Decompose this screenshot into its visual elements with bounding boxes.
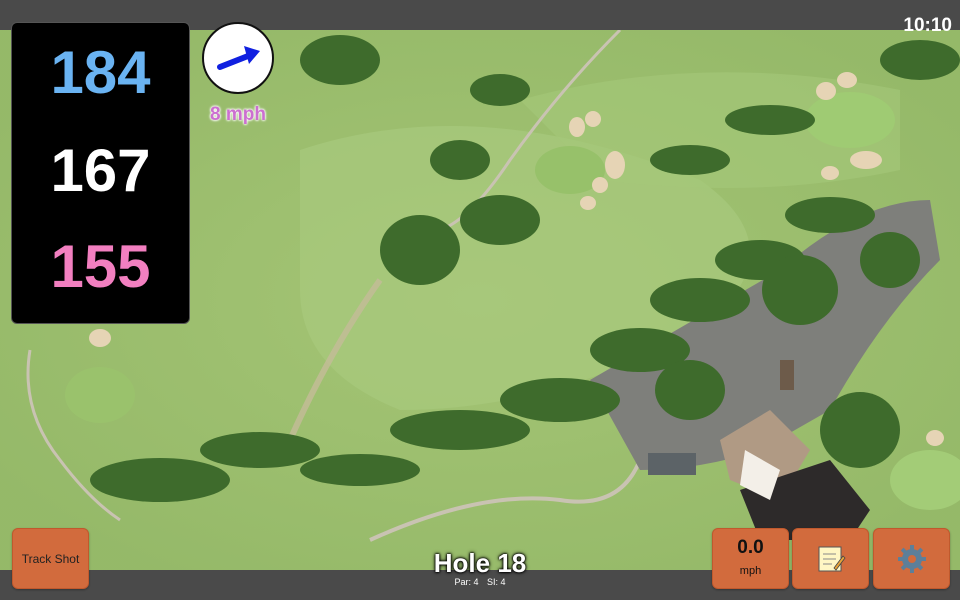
front-yardage: 155 — [50, 233, 151, 300]
hole-title: Hole 18 — [433, 548, 527, 578]
wind-indicator — [202, 22, 274, 94]
middle-yardage: 167 — [50, 137, 151, 204]
yardage-panel: 184 167 155 — [11, 22, 190, 324]
gear-icon — [897, 544, 926, 573]
hole-si: SI: 4 — [487, 577, 506, 587]
settings-button[interactable] — [873, 528, 950, 589]
speed-value: 0.0 — [737, 537, 764, 558]
status-time: 10:10 — [903, 15, 952, 36]
track-shot-button[interactable]: Track Shot — [12, 528, 89, 589]
back-yardage: 184 — [50, 39, 151, 106]
speed-unit: mph — [739, 565, 762, 577]
notepad-icon — [818, 546, 846, 571]
speed-button[interactable]: 0.0 mph — [712, 528, 789, 589]
wind-speed: 8 mph — [210, 104, 266, 125]
hole-info: Par: 4 SI: 4 — [380, 577, 580, 587]
track-shot-label: Track Shot — [21, 551, 80, 566]
arrow-icon — [217, 46, 260, 70]
notes-button[interactable] — [792, 528, 869, 589]
hole-par: Par: 4 — [454, 577, 479, 587]
